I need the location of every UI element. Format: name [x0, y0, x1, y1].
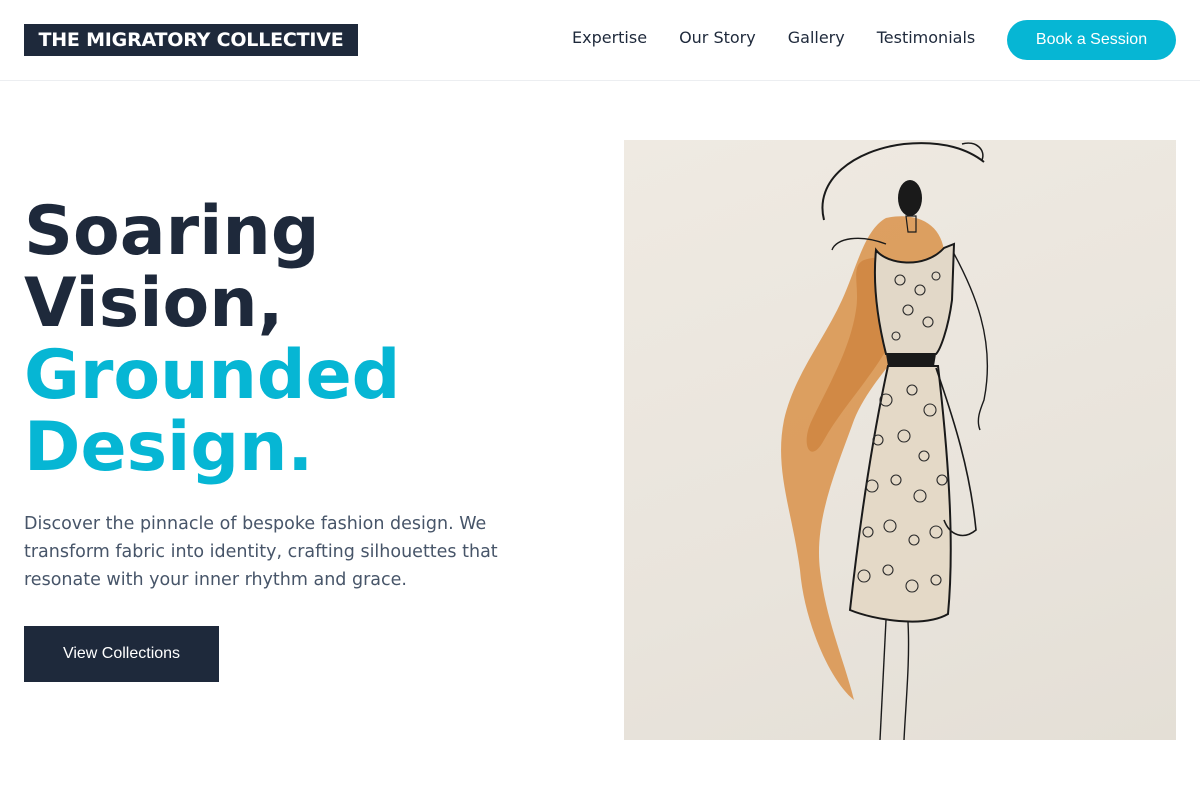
hero-fashion-sketch-image [624, 140, 1176, 740]
hero-description: Discover the pinnacle of bespoke fashion… [24, 514, 498, 590]
fashion-sketch-illustration [781, 142, 988, 740]
headline-line-2: Vision, [24, 264, 284, 343]
headline-line-3: Grounded [24, 336, 401, 415]
view-collections-button[interactable]: View Collections [24, 626, 219, 682]
nav-link-our-story[interactable]: Our Story [679, 27, 756, 49]
dress-skirt [848, 365, 952, 623]
site-header: THE MIGRATORY COLLECTIVE Expertise Our S… [0, 0, 1200, 81]
book-session-button[interactable]: Book a Session [1007, 20, 1176, 60]
nav-link-gallery[interactable]: Gallery [788, 27, 845, 49]
nav-link-expertise[interactable]: Expertise [572, 27, 647, 49]
nav-link-testimonials[interactable]: Testimonials [877, 27, 976, 49]
main-nav: Expertise Our Story Gallery Testimonials [572, 27, 975, 49]
figure-head [898, 180, 922, 216]
headline-line-1: Soaring [24, 192, 320, 271]
hero-headline: Soaring Vision, Grounded Design. [24, 196, 584, 484]
headline-line-4: Design. [24, 408, 314, 487]
brand-logo[interactable]: THE MIGRATORY COLLECTIVE [24, 24, 358, 56]
